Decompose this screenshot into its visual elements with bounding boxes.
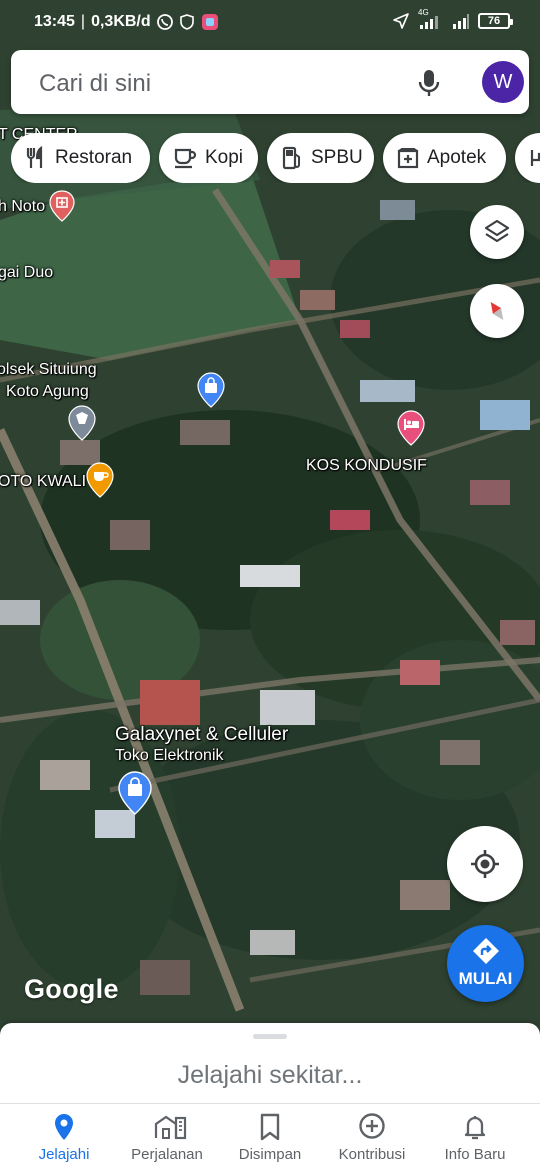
coffee-cup-icon <box>174 148 197 169</box>
app-notification-icon <box>201 14 218 30</box>
layers-button[interactable] <box>470 205 524 259</box>
commute-icon <box>154 1115 187 1140</box>
tab-info-baru[interactable]: Info Baru <box>421 1104 529 1170</box>
start-navigation-label: MULAI <box>458 969 513 988</box>
tab-disimpan[interactable]: Disimpan <box>216 1104 324 1170</box>
tab-perjalanan[interactable]: Perjalanan <box>113 1104 221 1170</box>
map-label-h-noto[interactable]: h Noto <box>0 198 45 216</box>
bottom-navigation: Jelajahi Perjalanan Disimpan Kontribusi … <box>0 1103 540 1170</box>
cell-signal-2-icon <box>453 14 469 29</box>
add-circle-icon <box>359 1113 385 1139</box>
gas-station-icon <box>282 146 300 170</box>
police-pin-icon[interactable] <box>68 405 96 441</box>
location-pin-icon <box>55 1114 73 1140</box>
my-location-icon <box>471 850 499 878</box>
layers-icon <box>484 219 510 243</box>
location-arrow-icon <box>393 13 409 29</box>
chip-spbu[interactable]: SPBU <box>267 133 374 183</box>
lodging-pin-icon[interactable] <box>397 410 425 446</box>
bell-icon <box>464 1116 486 1140</box>
compass-icon <box>490 301 504 321</box>
microphone-icon[interactable] <box>415 68 443 98</box>
map-label-oto-kwali[interactable]: OTO KWALI <box>0 473 86 491</box>
search-input[interactable]: Cari di sini <box>39 70 151 98</box>
search-bar[interactable]: Cari di sini W <box>11 50 529 114</box>
fork-knife-icon <box>26 146 43 168</box>
status-time: 13:45 <box>34 13 75 30</box>
bookmark-icon <box>260 1113 280 1141</box>
my-location-button[interactable] <box>447 826 523 902</box>
status-bar: 13:45 | 0,3KB/d 4G 76 <box>0 0 540 46</box>
chip-more[interactable] <box>515 133 540 183</box>
hospital-pin-icon[interactable] <box>49 190 75 222</box>
cell-signal-icon: 4G <box>418 8 444 30</box>
tab-jelajahi[interactable]: Jelajahi <box>10 1104 118 1170</box>
map-label-polsek[interactable]: olsek Situiung <box>0 361 97 379</box>
google-watermark: Google <box>24 974 119 1004</box>
tab-kontribusi[interactable]: Kontribusi <box>318 1104 426 1170</box>
map-label-kos-kondusif[interactable]: KOS KONDUSIF <box>306 457 427 475</box>
map-label-toko-elektronik[interactable]: Toko Elektronik <box>115 747 224 765</box>
vpn-shield-icon <box>179 14 194 30</box>
network-speed: 0,3KB/d <box>91 13 151 30</box>
explore-title: Jelajahi sekitar... <box>177 1061 363 1089</box>
chip-restoran[interactable]: Restoran <box>11 133 150 183</box>
directions-icon <box>473 938 499 964</box>
start-navigation-button[interactable]: MULAI <box>447 925 524 1002</box>
chip-kopi[interactable]: Kopi <box>159 133 258 183</box>
hotel-icon <box>530 150 540 166</box>
explore-sheet[interactable]: Jelajahi sekitar... <box>0 1023 540 1103</box>
map-label-gai-duo[interactable]: gai Duo <box>0 264 53 282</box>
map-label-koto-agung[interactable]: Koto Agung <box>6 383 89 401</box>
cafe-pin-icon[interactable] <box>86 462 114 498</box>
pharmacy-icon <box>397 148 419 169</box>
compass-button[interactable] <box>470 284 524 338</box>
whatsapp-icon <box>156 14 173 30</box>
shopping-pin-icon[interactable] <box>197 372 225 408</box>
sheet-drag-handle[interactable] <box>253 1034 287 1039</box>
chip-apotek[interactable]: Apotek <box>383 133 506 183</box>
electronics-store-pin-icon[interactable] <box>118 771 152 815</box>
map-label-galaxynet[interactable]: Galaxynet & Celluler <box>115 724 288 746</box>
account-avatar[interactable]: W <box>482 61 524 103</box>
category-chips: Restoran Kopi SPBU Apotek <box>11 133 540 183</box>
battery-indicator: 76 <box>478 13 513 29</box>
